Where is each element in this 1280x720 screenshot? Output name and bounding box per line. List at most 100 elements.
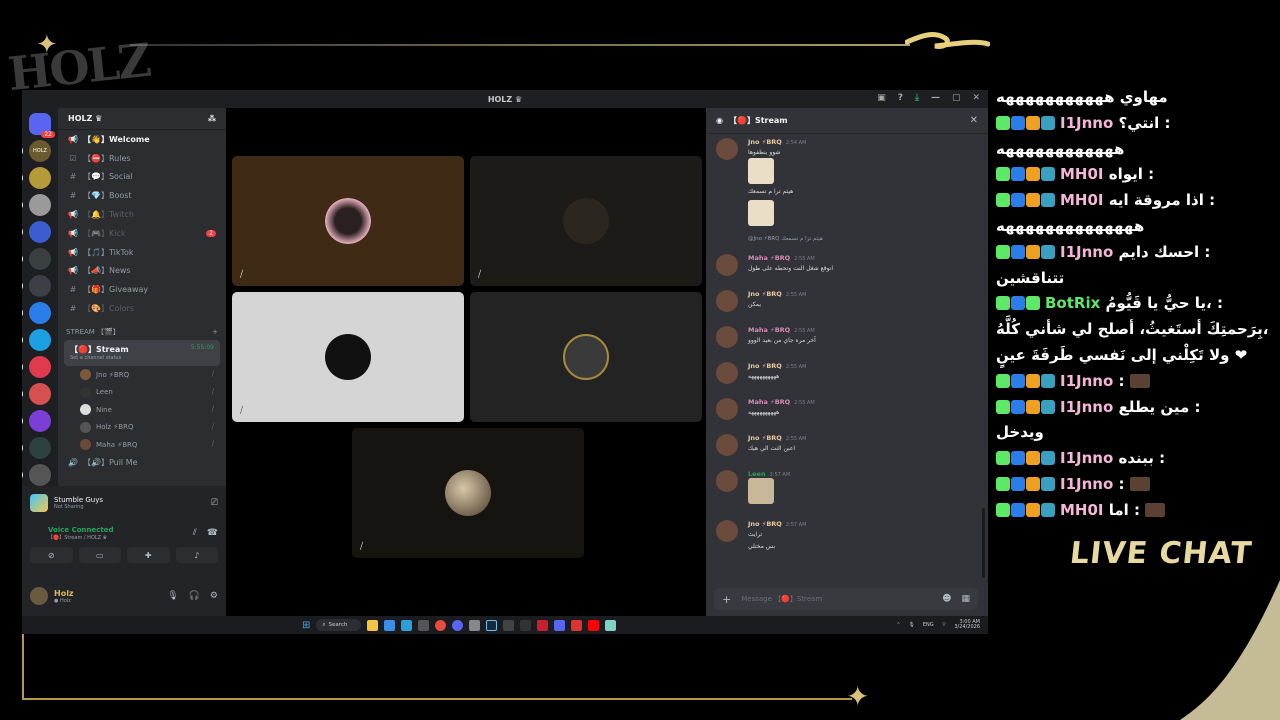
app-icon[interactable]	[520, 619, 532, 631]
screen-share-button[interactable]: ▭	[78, 547, 121, 563]
participant-tile[interactable]: ⧸	[232, 292, 464, 422]
server-icon[interactable]: HOLZ	[22, 140, 51, 162]
voice-user[interactable]: Jno ⚡BRQ ⧸	[58, 366, 226, 384]
settings-gear-icon[interactable]: ⚙	[210, 591, 218, 601]
app-icon[interactable]	[571, 619, 583, 631]
microphone-icon[interactable]: 🎙	[167, 591, 178, 601]
channel-item[interactable]: # 【🎁】Giveaway	[58, 280, 226, 299]
add-attachment-icon[interactable]: +	[722, 593, 731, 606]
category-stream[interactable]: STREAM 【🎬】 +	[58, 324, 226, 340]
voice-user[interactable]: Leen ⧸	[58, 383, 226, 401]
message-author[interactable]: Jno ⚡BRQ 2:55 AM	[748, 434, 806, 442]
taskbar-search[interactable]: ⌕ Search	[316, 619, 362, 631]
avatar[interactable]	[716, 470, 738, 492]
channel-item[interactable]: # 【🎨】Colors	[58, 299, 226, 318]
message-author[interactable]: Jno ⚡BRQ 2:54 AM	[748, 138, 806, 146]
message-author[interactable]: Leen 2:57 AM	[748, 470, 790, 478]
sticker-image[interactable]	[748, 158, 774, 184]
file-explorer-icon[interactable]	[367, 619, 379, 631]
username[interactable]: Holz	[54, 589, 74, 598]
epic-games-icon[interactable]	[418, 619, 430, 631]
clock-date[interactable]: 3/24/2026	[954, 624, 980, 631]
activity-panel[interactable]: Stumble Guys Not Sharing ⎚	[22, 486, 226, 520]
server-icon[interactable]	[22, 329, 51, 351]
camera-button[interactable]: ⊘	[30, 547, 73, 563]
avatar[interactable]	[30, 587, 48, 605]
participant-tile[interactable]: ⧸	[232, 156, 464, 286]
message-author[interactable]: Jno ⚡BRQ 2:57 AM	[748, 520, 806, 528]
server-icon[interactable]	[22, 221, 51, 243]
invite-icon[interactable]: ⁂	[208, 114, 216, 123]
channel-item[interactable]: 📢 【👋】Welcome	[58, 130, 226, 149]
emoji-icon[interactable]: ☻	[942, 594, 951, 604]
apps-icon[interactable]: ▦	[961, 594, 970, 604]
app-icon[interactable]	[537, 619, 549, 631]
server-icon[interactable]	[22, 356, 51, 378]
scrollbar[interactable]	[982, 508, 985, 578]
add-channel-icon[interactable]: +	[212, 328, 218, 336]
app-icon[interactable]	[605, 619, 617, 631]
participant-tile[interactable]: ⧸	[352, 428, 584, 558]
message-author[interactable]: Maha ⚡BRQ 2:55 AM	[748, 398, 815, 406]
store-icon[interactable]	[384, 619, 396, 631]
message-author[interactable]: Jno ⚡BRQ 2:55 AM	[748, 290, 806, 298]
voice-channel-pull-me[interactable]: 🔊 【🔊】Pull Me	[58, 453, 226, 472]
avatar[interactable]	[716, 398, 738, 420]
youtube-icon[interactable]	[588, 619, 600, 631]
lang-indicator[interactable]: ENG	[923, 622, 934, 628]
avatar[interactable]	[716, 326, 738, 348]
activities-button[interactable]: ✚	[127, 547, 170, 563]
server-icon[interactable]	[22, 464, 51, 486]
close-button[interactable]: ✕	[972, 93, 980, 103]
microphone-icon[interactable]: 🎙	[909, 622, 915, 628]
chevron-up-icon[interactable]: ⌃	[896, 622, 900, 628]
server-icon[interactable]	[22, 167, 51, 189]
chrome-icon[interactable]	[435, 619, 447, 631]
channel-item[interactable]: 📢 【🔔】Twitch	[58, 205, 226, 224]
message-input[interactable]: + Message 【🔴】Stream ☻ ▦	[714, 588, 978, 610]
app-icon[interactable]	[503, 619, 515, 631]
avatar[interactable]	[716, 254, 738, 276]
minimize-button[interactable]: —	[931, 93, 940, 103]
sticker-image[interactable]	[748, 200, 774, 226]
share-screen-icon[interactable]: ⎚	[211, 498, 218, 508]
voice-connected-label[interactable]: Voice Connected	[48, 526, 114, 534]
wifi-icon[interactable]: ⌔	[942, 622, 947, 628]
server-icon[interactable]	[22, 437, 51, 459]
channel-item[interactable]: # 【💎】Boost	[58, 186, 226, 205]
avatar[interactable]	[716, 290, 738, 312]
participant-tile[interactable]	[470, 292, 702, 422]
server-icon[interactable]: 22	[29, 113, 55, 138]
message-author[interactable]: Maha ⚡BRQ 2:55 AM	[748, 254, 815, 262]
avatar[interactable]	[716, 434, 738, 456]
channel-item[interactable]: 📢 【🎮】Kick 2	[58, 224, 226, 243]
server-icon[interactable]	[22, 410, 51, 432]
disconnect-icon[interactable]: ☎	[207, 528, 218, 541]
windows-start-icon[interactable]: ⊞	[302, 620, 310, 631]
help-icon[interactable]: ?	[898, 93, 903, 103]
server-icon[interactable]	[22, 194, 51, 216]
voice-user[interactable]: Nine ⧸	[58, 401, 226, 419]
server-icon[interactable]	[22, 248, 51, 270]
message-author[interactable]: Jno ⚡BRQ 2:55 AM	[748, 362, 806, 370]
edge-icon[interactable]	[401, 619, 413, 631]
inbox-icon[interactable]: ▣	[877, 93, 886, 103]
noise-suppression-icon[interactable]: ⫽	[193, 528, 197, 541]
image-attachment[interactable]	[748, 478, 774, 504]
server-icon[interactable]	[22, 302, 51, 324]
close-chat-icon[interactable]: ✕	[970, 115, 978, 126]
app-icon[interactable]	[554, 619, 566, 631]
channel-item[interactable]: 📢 【📣】News	[58, 262, 226, 281]
voice-user[interactable]: Holz ⚡BRQ ⧸	[58, 418, 226, 436]
soundboard-button[interactable]: ♪	[175, 547, 218, 563]
guild-header[interactable]: HOLZ ♛ ⁂	[58, 108, 226, 130]
channel-item[interactable]: ☑ 【⛔】Rules	[58, 149, 226, 168]
steam-icon[interactable]	[486, 619, 498, 631]
headphones-icon[interactable]: 🎧	[189, 591, 200, 601]
participant-tile[interactable]: ⧸	[470, 156, 702, 286]
message-author[interactable]: Maha ⚡BRQ 2:55 AM	[748, 326, 815, 334]
channel-item[interactable]: 📢 【🎵】TikTok	[58, 243, 226, 262]
avatar[interactable]	[716, 138, 738, 160]
discord-icon[interactable]	[452, 619, 464, 631]
avatar[interactable]	[716, 520, 738, 542]
